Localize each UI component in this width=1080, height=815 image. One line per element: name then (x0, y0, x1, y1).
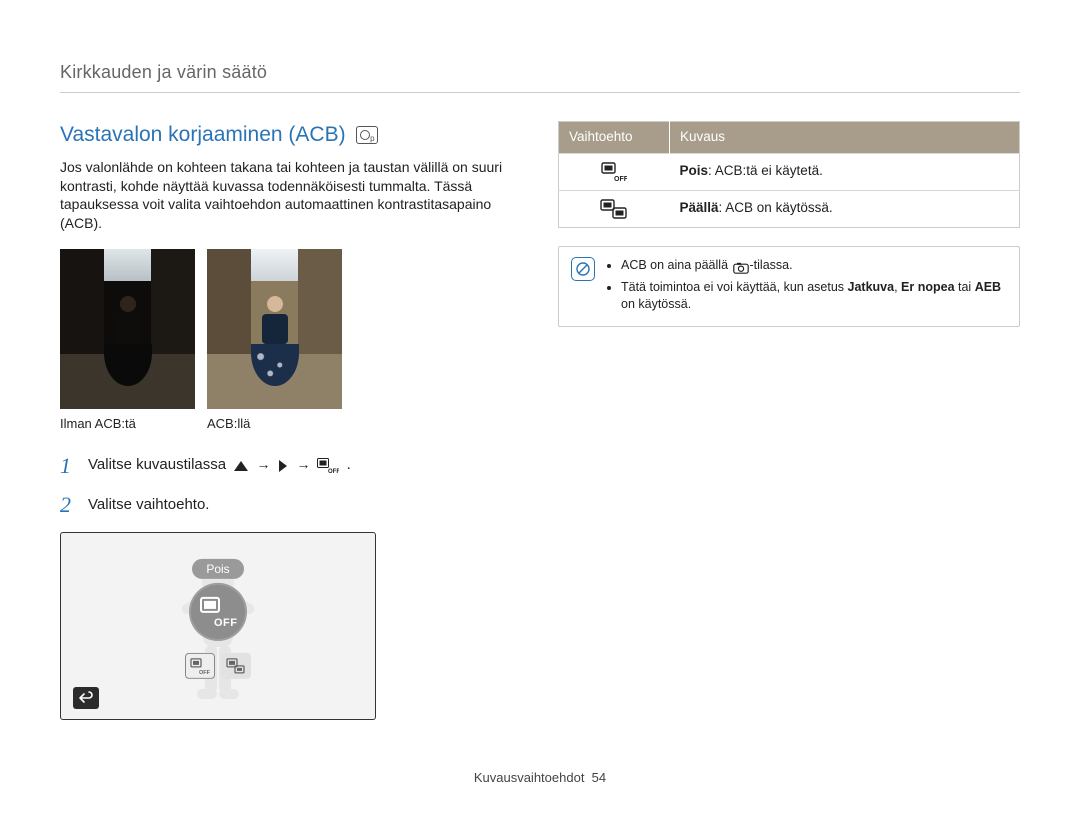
step-number: 2 (60, 490, 78, 520)
info-box: ACB on aina päällä -tilassa. Tätä toimin… (558, 246, 1020, 328)
footer-page-number: 54 (592, 770, 606, 785)
option-icon-on (559, 190, 670, 227)
step-1-text: Valitse kuvaustilassa → → OFF (88, 455, 351, 475)
example-photo-row (60, 249, 522, 409)
lcd-option-label: Pois (185, 559, 251, 579)
breadcrumb: Kirkkauden ja värin säätö (60, 60, 1020, 90)
manual-page: Kirkkauden ja värin säätö Vastavalon kor… (0, 0, 1080, 815)
info-bullet-1: ACB on aina päällä -tilassa. (621, 257, 1005, 277)
arrow-icon: → (256, 456, 274, 472)
options-table: Vaihtoehto Kuvaus OFF (558, 121, 1020, 227)
up-arrow-icon (233, 460, 249, 472)
arrow-icon: → (297, 456, 315, 472)
lcd-option-on[interactable] (221, 653, 251, 679)
camera-lcd-screenshot: Pois OFF (60, 532, 376, 720)
step-2: 2 Valitse vaihtoehto. (60, 490, 522, 520)
page-footer: Kuvausvaihtoehdot 54 (0, 769, 1080, 787)
section-body: Jos valonlähde on kohteen takana tai koh… (60, 158, 522, 234)
camera-mode-icon (356, 126, 378, 144)
footer-chapter: Kuvausvaihtoehdot (474, 770, 585, 785)
info-icon (571, 257, 595, 281)
right-column: Vaihtoehto Kuvaus OFF (558, 121, 1020, 720)
acb-off-icon: OFF (317, 458, 339, 474)
left-column: Vastavalon korjaaminen (ACB) Jos valonlä… (60, 121, 522, 720)
caption-without-acb: Ilman ACB:tä (60, 415, 195, 433)
lcd-option-off[interactable]: OFF (185, 653, 215, 679)
right-chevron-icon (277, 459, 289, 473)
lcd-acb-off-big-icon[interactable]: OFF (189, 583, 247, 641)
info-bullet-2: Tätä toimintoa ei voi käyttää, kun asetu… (621, 279, 1005, 313)
table-header-description: Kuvaus (670, 122, 1020, 153)
svg-text:OFF: OFF (328, 469, 339, 474)
section-heading: Vastavalon korjaaminen (ACB) (60, 121, 522, 149)
table-row: OFF Pois: ACB:tä ei käytetä. (559, 153, 1020, 190)
lcd-back-button[interactable] (73, 687, 99, 709)
example-photo-with-acb (207, 249, 342, 409)
option-desc-on: Päällä: ACB on käytössä. (670, 190, 1020, 227)
section-title: Vastavalon korjaaminen (ACB) (60, 121, 346, 149)
svg-text:OFF: OFF (214, 617, 238, 629)
step-2-text: Valitse vaihtoehto. (88, 495, 209, 515)
table-row: Päällä: ACB on käytössä. (559, 190, 1020, 227)
option-desc-off: Pois: ACB:tä ei käytetä. (670, 153, 1020, 190)
option-icon-off: OFF (559, 153, 670, 190)
example-photo-captions: Ilman ACB:tä ACB:llä (60, 415, 522, 433)
svg-text:OFF: OFF (199, 670, 211, 675)
svg-text:OFF: OFF (614, 176, 627, 182)
step-number: 1 (60, 451, 78, 481)
info-list: ACB on aina päällä -tilassa. Tätä toimin… (605, 257, 1005, 317)
divider (60, 92, 1020, 93)
step-1: 1 Valitse kuvaustilassa → → (60, 451, 522, 481)
camera-mode-icon (733, 261, 749, 275)
caption-with-acb: ACB:llä (207, 415, 342, 433)
table-header-option: Vaihtoehto (559, 122, 670, 153)
example-photo-without-acb (60, 249, 195, 409)
